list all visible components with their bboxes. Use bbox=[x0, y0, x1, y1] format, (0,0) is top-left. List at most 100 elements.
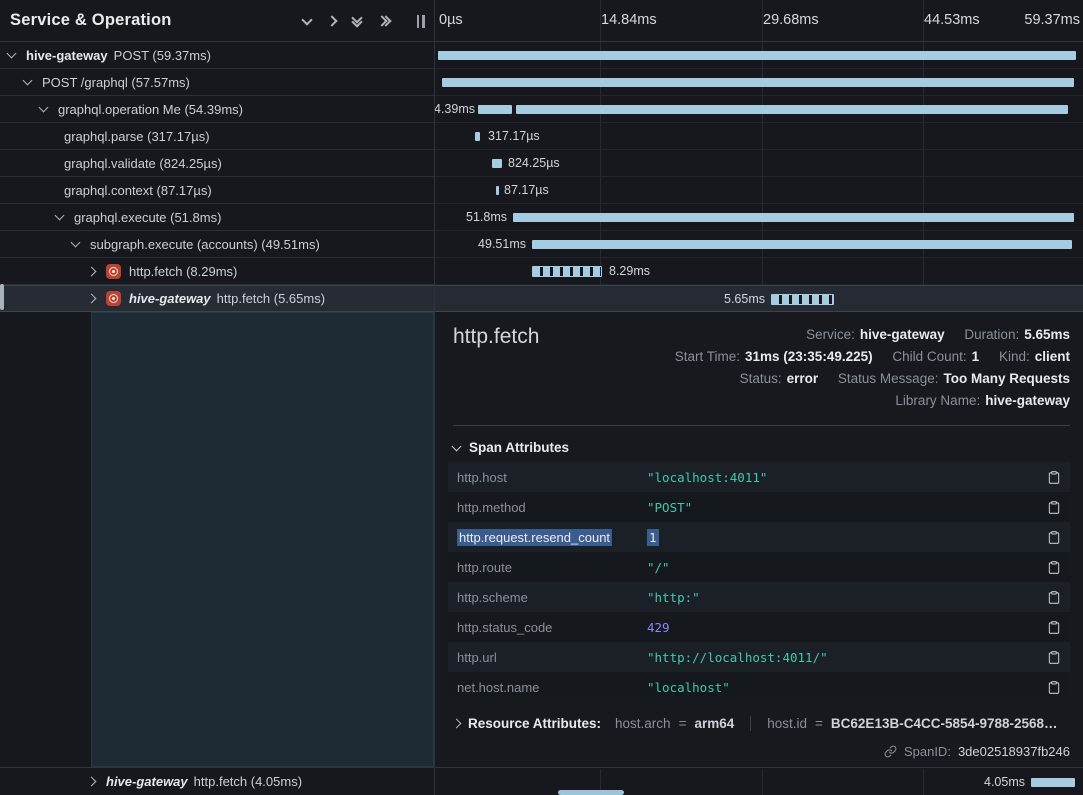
span-bar-row[interactable]: 8.29ms bbox=[435, 258, 1083, 285]
collapse-one-icon[interactable] bbox=[301, 14, 312, 25]
chevron-right-icon[interactable] bbox=[87, 266, 97, 276]
copy-icon[interactable] bbox=[1047, 500, 1061, 515]
span-label: graphql.parse (317.17µs) bbox=[64, 129, 210, 144]
tree-row[interactable]: graphql.execute (51.8ms) bbox=[0, 204, 434, 231]
duration-bar bbox=[513, 213, 1074, 222]
copy-icon[interactable] bbox=[1047, 620, 1061, 635]
spanid-value: 3de02518937fb246 bbox=[958, 744, 1070, 759]
tree-row[interactable]: http.fetch (8.29ms) bbox=[0, 258, 434, 285]
attribute-row: http.status_code 429 bbox=[448, 612, 1070, 642]
selected-span-region bbox=[91, 312, 434, 767]
trace-viewer: Service & Operation hive-gateway POST (5… bbox=[0, 0, 1083, 795]
meta-line: Status:error Status Message:Too Many Req… bbox=[675, 368, 1070, 390]
chevron-right-icon[interactable] bbox=[87, 294, 97, 304]
attribute-value: "localhost:4011" bbox=[647, 470, 1047, 485]
panel-title: Service & Operation bbox=[0, 11, 172, 30]
resource-value: arm64 bbox=[694, 716, 734, 731]
duration-label: 5.65ms bbox=[724, 292, 765, 306]
attribute-row: http.host "localhost:4011" bbox=[448, 462, 1070, 492]
attribute-row: net.host.name "localhost" bbox=[448, 672, 1070, 702]
duration-label: 54.39ms bbox=[434, 102, 475, 116]
tree-row-selected[interactable]: hive-gateway http.fetch (5.65ms) bbox=[0, 285, 434, 312]
attribute-value: "POST" bbox=[647, 500, 1047, 515]
duration-label: 8.29ms bbox=[609, 264, 650, 278]
resource-key: host.id bbox=[767, 716, 807, 731]
resource-attributes-row[interactable]: Resource Attributes: host.arch = arm64 h… bbox=[453, 716, 1070, 731]
copy-icon[interactable] bbox=[1047, 590, 1061, 605]
chevron-down-icon[interactable] bbox=[71, 238, 81, 248]
attribute-key: http.scheme bbox=[457, 590, 647, 605]
service-name: hive-gateway bbox=[106, 774, 188, 789]
attribute-value: 429 bbox=[647, 620, 1047, 635]
attribute-key: http.request.resend_count bbox=[457, 530, 647, 545]
service-name: hive-gateway bbox=[129, 291, 211, 306]
chevron-right-icon bbox=[453, 719, 461, 729]
vertical-scrollbar-thumb[interactable] bbox=[0, 284, 4, 310]
span-attributes-table: http.host "localhost:4011" http.method "… bbox=[448, 462, 1070, 702]
time-tick: 59.37ms bbox=[1024, 12, 1080, 28]
span-bar-row[interactable]: 54.39ms bbox=[435, 96, 1083, 123]
attribute-value: "http:" bbox=[647, 590, 1047, 605]
service-name: hive-gateway bbox=[26, 48, 108, 63]
span-bar-row[interactable]: 317.17µs bbox=[435, 123, 1083, 150]
copy-icon[interactable] bbox=[1047, 470, 1061, 485]
duration-label: 49.51ms bbox=[478, 237, 526, 251]
time-tick: 14.84ms bbox=[601, 12, 657, 28]
tree-row[interactable]: hive-gateway http.fetch (4.05ms) bbox=[0, 767, 434, 795]
horizontal-scrollbar-thumb[interactable] bbox=[558, 790, 624, 795]
duration-bar-error bbox=[771, 294, 834, 305]
duration-label: 824.25µs bbox=[508, 156, 560, 170]
tree-row[interactable]: POST /graphql (57.57ms) bbox=[0, 69, 434, 96]
expand-one-icon[interactable] bbox=[326, 15, 337, 26]
expand-all-icon[interactable] bbox=[378, 17, 390, 25]
chevron-down-icon[interactable] bbox=[55, 211, 65, 221]
span-bar-row[interactable]: 87.17µs bbox=[435, 177, 1083, 204]
span-metadata: Service:hive-gateway Duration:5.65ms Sta… bbox=[675, 324, 1070, 412]
span-bar-row-selected[interactable]: 5.65ms bbox=[435, 285, 1083, 312]
tree-row[interactable]: subgraph.execute (accounts) (49.51ms) bbox=[0, 231, 434, 258]
span-bar-row[interactable]: 824.25µs bbox=[435, 150, 1083, 177]
attribute-value: "localhost" bbox=[647, 680, 1047, 695]
tree-row[interactable]: graphql.validate (824.25µs) bbox=[0, 150, 434, 177]
tree-row[interactable]: graphql.operation Me (54.39ms) bbox=[0, 96, 434, 123]
span-label: http.fetch (8.29ms) bbox=[129, 264, 237, 279]
attribute-key: http.route bbox=[457, 560, 647, 575]
tree-row[interactable]: hive-gateway POST (59.37ms) bbox=[0, 42, 434, 69]
span-label: graphql.context (87.17µs) bbox=[64, 183, 212, 198]
attribute-value: 1 bbox=[647, 530, 1047, 545]
copy-icon[interactable] bbox=[1047, 530, 1061, 545]
chevron-down-icon[interactable] bbox=[7, 49, 17, 59]
chevron-right-icon[interactable] bbox=[87, 777, 97, 787]
duration-label: 51.8ms bbox=[466, 210, 507, 224]
tree-row[interactable]: graphql.context (87.17µs) bbox=[0, 177, 434, 204]
span-label: graphql.operation Me (54.39ms) bbox=[58, 102, 243, 117]
attribute-value: "http://localhost:4011/" bbox=[647, 650, 1047, 665]
meta-line: Start Time:31ms (23:35:49.225) Child Cou… bbox=[675, 346, 1070, 368]
panel-resize-handle[interactable] bbox=[415, 15, 426, 28]
attribute-key: net.host.name bbox=[457, 680, 647, 695]
span-label: http.fetch (4.05ms) bbox=[194, 774, 302, 789]
span-bar-row[interactable]: 49.51ms bbox=[435, 231, 1083, 258]
time-tick: 29.68ms bbox=[763, 12, 819, 28]
collapse-all-icon[interactable] bbox=[353, 17, 361, 26]
bottom-span-bar-row[interactable]: 4.05ms bbox=[435, 767, 1083, 795]
duration-label: 317.17µs bbox=[488, 129, 540, 143]
meta-line: Service:hive-gateway Duration:5.65ms bbox=[675, 324, 1070, 346]
tree-row[interactable]: graphql.parse (317.17µs) bbox=[0, 123, 434, 150]
duration-bar bbox=[492, 159, 502, 168]
copy-icon[interactable] bbox=[1047, 680, 1061, 695]
chevron-down-icon[interactable] bbox=[23, 76, 33, 86]
time-tick: 0µs bbox=[439, 12, 463, 28]
span-label: POST /graphql (57.57ms) bbox=[42, 75, 190, 90]
attribute-value: "/" bbox=[647, 560, 1047, 575]
duration-bar bbox=[438, 51, 1076, 60]
span-bar-row[interactable] bbox=[435, 42, 1083, 69]
copy-icon[interactable] bbox=[1047, 560, 1061, 575]
link-icon[interactable] bbox=[884, 745, 897, 758]
copy-icon[interactable] bbox=[1047, 650, 1061, 665]
chevron-down-icon[interactable] bbox=[39, 103, 49, 113]
span-attributes-header[interactable]: Span Attributes bbox=[453, 440, 569, 455]
duration-bar bbox=[516, 105, 1068, 114]
span-bar-row[interactable] bbox=[435, 69, 1083, 96]
span-bar-row[interactable]: 51.8ms bbox=[435, 204, 1083, 231]
